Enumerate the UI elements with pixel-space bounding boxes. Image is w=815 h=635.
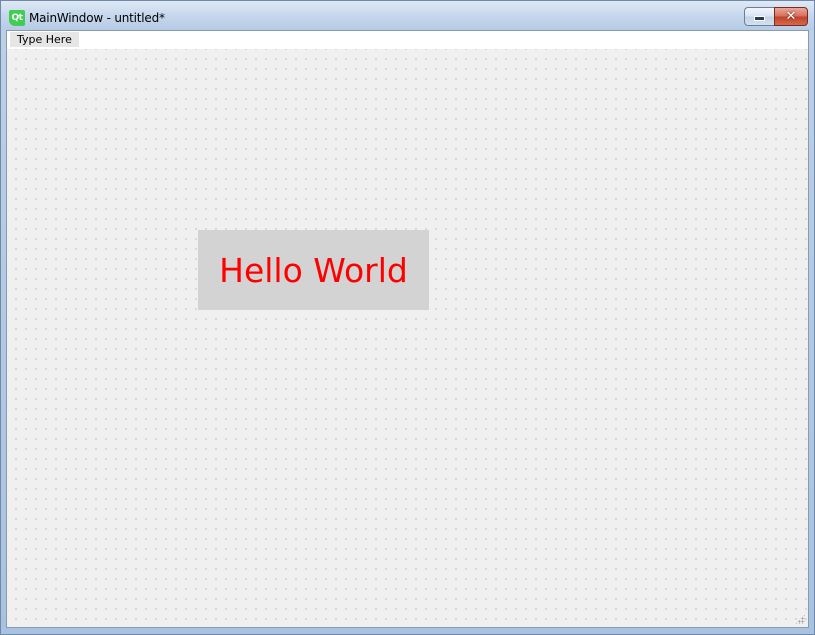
minimize-icon (754, 16, 765, 21)
minimize-button[interactable] (744, 7, 774, 26)
menu-bar: Type Here (7, 31, 808, 49)
window-title: MainWindow - untitled* (29, 11, 165, 25)
main-window: Qt MainWindow - untitled* ✕ Type Here He… (0, 0, 815, 635)
close-button[interactable]: ✕ (774, 7, 808, 26)
close-icon: ✕ (785, 9, 797, 24)
menu-type-here[interactable]: Type Here (10, 32, 79, 47)
designer-form: Type Here Hello World (6, 30, 809, 628)
form-canvas-grid[interactable]: Hello World (7, 49, 808, 627)
qt-app-icon: Qt (9, 10, 25, 26)
hello-world-label[interactable]: Hello World (198, 230, 429, 310)
title-bar[interactable]: Qt MainWindow - untitled* ✕ (1, 1, 814, 30)
hello-world-text: Hello World (219, 250, 408, 290)
caption-buttons: ✕ (744, 7, 808, 26)
